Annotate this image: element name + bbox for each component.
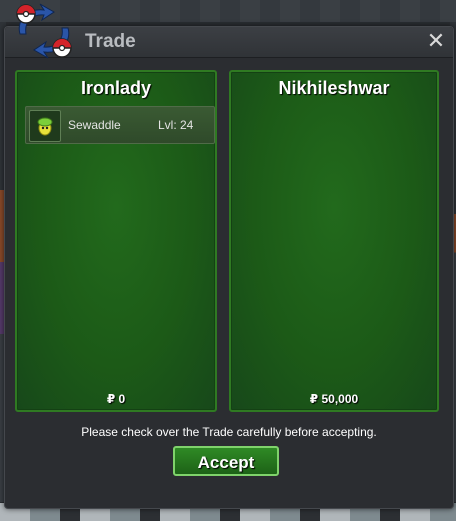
trade-panel-partner: Nikhileshwar ₽ 50,000 <box>229 70 439 412</box>
trade-item-slot[interactable]: Sewaddle Lvl: 24 <box>25 106 215 144</box>
window-title: Trade <box>85 31 136 52</box>
trade-panel-self: Ironlady Sewaddle Lvl: 24 ₽ 0 <box>15 70 217 412</box>
trader-name-partner: Nikhileshwar <box>278 78 390 98</box>
sewaddle-icon <box>29 110 61 142</box>
trade-notice: Please check over the Trade carefully be… <box>81 425 377 439</box>
trade-logo-icon <box>16 3 72 59</box>
close-icon[interactable]: ✕ <box>425 30 447 52</box>
money-offer-partner: ₽ 50,000 <box>309 392 359 406</box>
item-level: Lvl: 24 <box>158 118 194 132</box>
trade-window: Trade ✕ Ironlady Sewaddle Lvl: 24 ₽ 0 Ni… <box>4 26 454 509</box>
item-name: Sewaddle <box>68 118 121 132</box>
money-offer-self: ₽ 0 <box>106 392 126 406</box>
accept-button[interactable]: Accept <box>173 446 279 476</box>
trader-name-self: Ironlady <box>80 78 151 98</box>
